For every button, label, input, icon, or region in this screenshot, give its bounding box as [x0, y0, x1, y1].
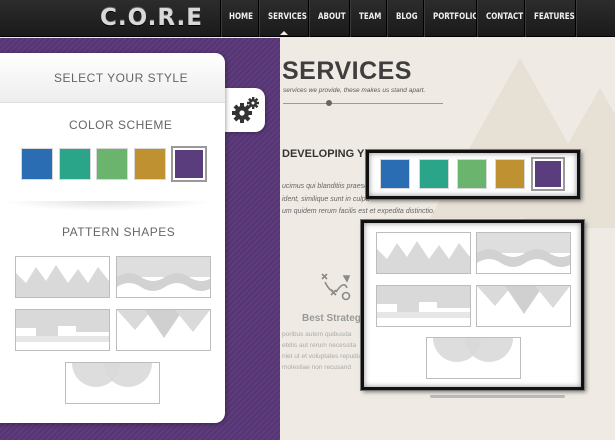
nav-separator	[386, 0, 387, 37]
zoom-pattern-peaks	[376, 232, 471, 274]
strategy-diagram-icon	[318, 270, 354, 311]
nav-portfolio[interactable]: PORTFOLIO	[433, 12, 478, 22]
style-switcher-toggle[interactable]	[225, 88, 265, 132]
zoom-pattern-circles	[426, 314, 521, 379]
top-navigation: C.O.R.E HOME SERVICES ABOUT TEAM BLOG PO…	[0, 0, 615, 37]
feature-text-line: ebitis aut rerum necessita	[282, 342, 357, 349]
nav-blog[interactable]: BLOG	[396, 12, 418, 22]
pattern-shapes-title: PATTERN SHAPES	[62, 225, 176, 239]
nav-about[interactable]: ABOUT	[318, 12, 346, 22]
zoom-pattern-triangles	[476, 285, 571, 327]
page-title: SERVICES	[282, 57, 412, 85]
style-switcher-header: SELECT YOUR STYLE	[0, 53, 225, 103]
pattern-shapes-zoom	[361, 220, 584, 390]
nav-separator	[220, 0, 221, 37]
swatch-purple[interactable]	[171, 146, 207, 182]
nav-separator	[476, 0, 477, 37]
swatch-blue[interactable]	[21, 148, 53, 180]
body-text-line: ucimus qui blanditiis praese	[282, 183, 368, 190]
nav-separator	[575, 0, 576, 37]
nav-contact[interactable]: CONTACT	[486, 12, 523, 22]
zoom-swatch-blue	[380, 159, 410, 189]
nav-separator	[308, 0, 309, 37]
swatch-green[interactable]	[96, 148, 128, 180]
nav-separator	[349, 0, 350, 37]
site-logo[interactable]: C.O.R.E	[100, 5, 203, 31]
pattern-peaks[interactable]	[15, 256, 110, 298]
nav-features[interactable]: FEATURES	[534, 12, 575, 22]
feature-text-line: poribus autem quibusda	[282, 331, 352, 338]
feature-title: Best Strategi	[302, 313, 364, 324]
zoom-swatch-purple	[531, 157, 565, 191]
title-divider	[283, 103, 443, 104]
nav-home[interactable]: HOME	[229, 12, 253, 22]
zoom-pattern-steps	[376, 285, 471, 327]
divider-bar	[430, 395, 565, 398]
gears-icon	[232, 97, 259, 123]
active-nav-indicator	[280, 31, 288, 35]
pattern-circles[interactable]	[65, 339, 160, 404]
swatch-gold[interactable]	[134, 148, 166, 180]
zoom-swatch-gold	[495, 159, 525, 189]
title-divider-dot	[326, 100, 332, 106]
feature-text-line: niet ut et voluptates repudian	[282, 353, 366, 360]
style-switcher-panel: SELECT YOUR STYLE COLOR SCHEME PATTERN S…	[0, 53, 225, 423]
pattern-steps[interactable]	[15, 309, 110, 351]
nav-separator	[258, 0, 259, 37]
pattern-triangles[interactable]	[116, 309, 211, 351]
swatch-teal[interactable]	[59, 148, 91, 180]
zoom-swatch-green	[457, 159, 487, 189]
feature-text-line: molestiae non recusand	[282, 364, 352, 371]
body-text-line: um quidem rerum facilis est et expedita …	[282, 208, 435, 215]
page-subtitle: services we provide, these makes us stan…	[283, 87, 426, 94]
nav-separator	[524, 0, 525, 37]
color-scheme-title: COLOR SCHEME	[69, 118, 173, 132]
nav-separator	[423, 0, 424, 37]
pattern-waves[interactable]	[116, 256, 213, 298]
color-scheme-zoom	[366, 150, 580, 199]
section-divider	[2, 201, 212, 211]
body-text-line: ident, similique sunt in culpa	[282, 196, 370, 203]
style-switcher-title: SELECT YOUR STYLE	[54, 71, 189, 85]
nav-services[interactable]: SERVICES	[268, 12, 307, 22]
nav-team[interactable]: TEAM	[359, 12, 381, 22]
zoom-swatch-teal	[419, 159, 449, 189]
zoom-pattern-waves	[476, 232, 573, 274]
